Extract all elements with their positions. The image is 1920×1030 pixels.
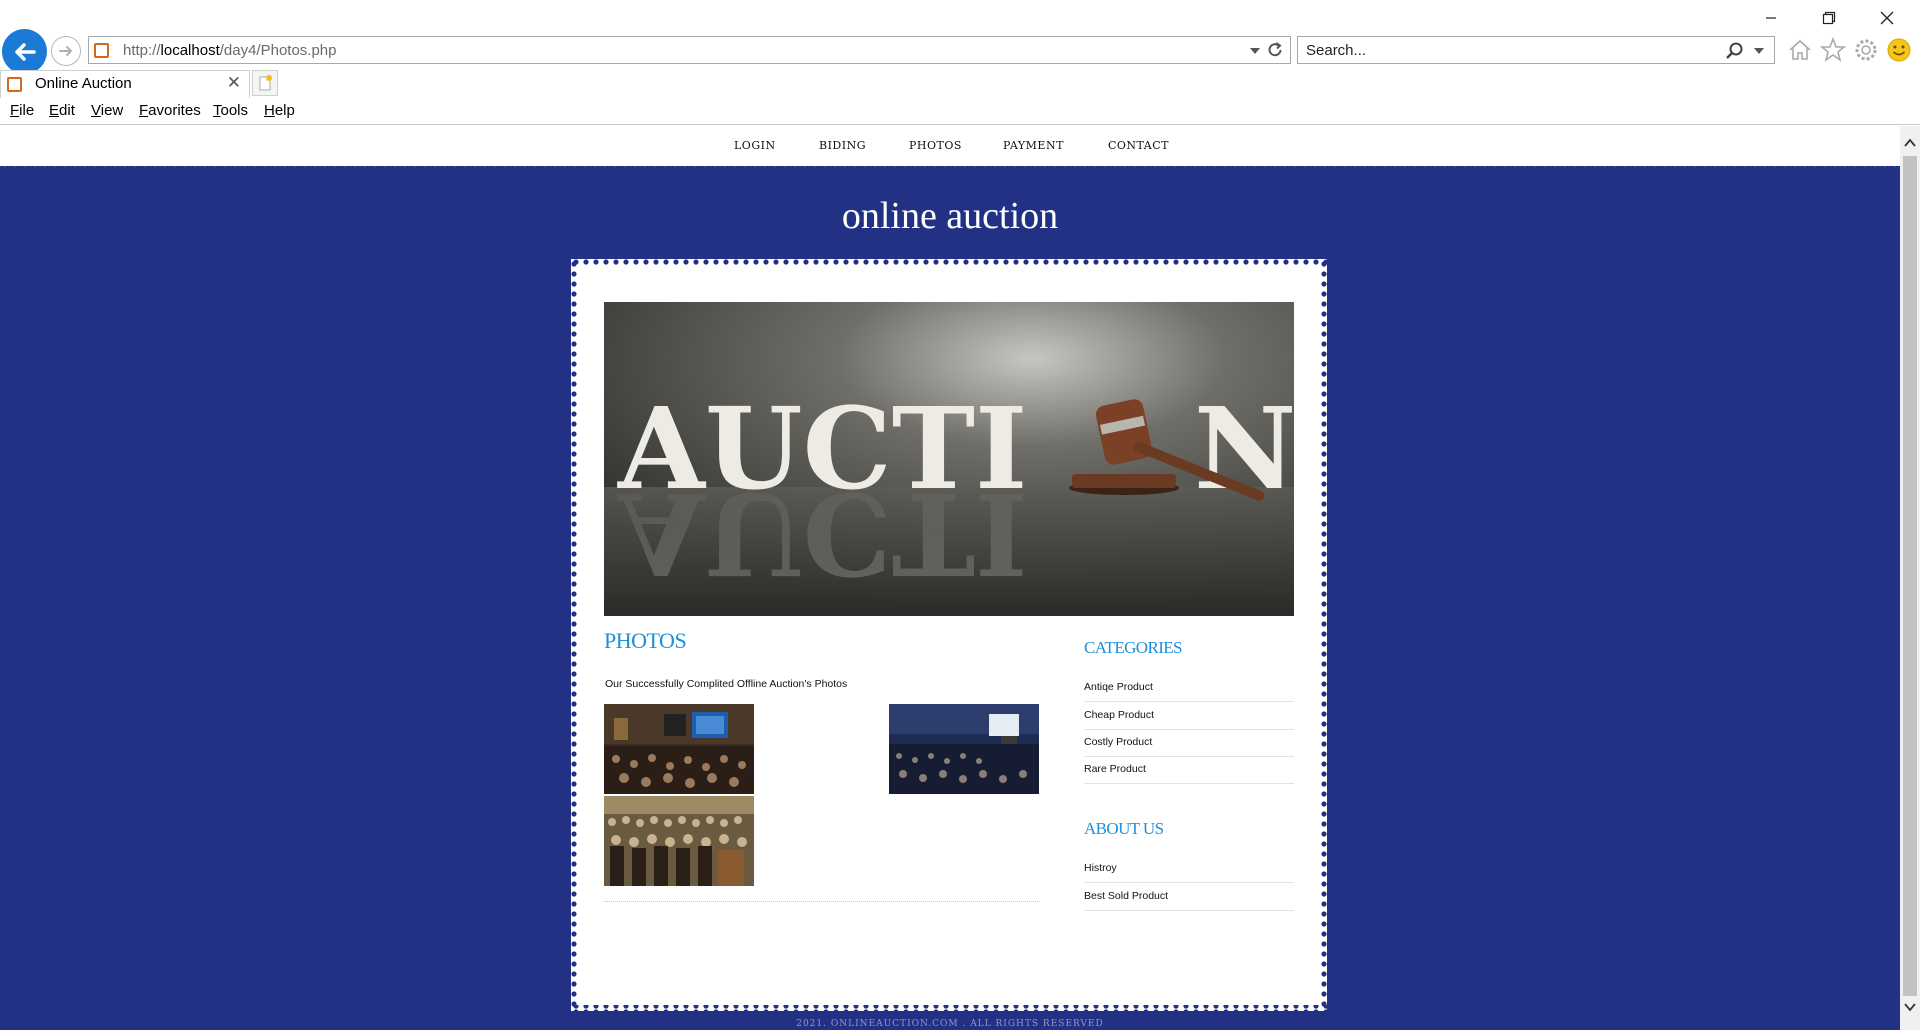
address-url[interactable]: http://localhost/day4/Photos.php xyxy=(123,42,337,59)
menu-favorites[interactable]: Favorites xyxy=(139,102,201,119)
page-scrollbar[interactable] xyxy=(1900,126,1920,1030)
hero-auction-banner: AUCTI AUCTI N xyxy=(604,302,1294,616)
auction-gavel-image: AUCTI AUCTI N xyxy=(604,302,1294,616)
feedback-smiley-icon[interactable] xyxy=(1885,36,1913,64)
restore-icon xyxy=(1822,11,1836,25)
menu-edit[interactable]: Edit xyxy=(49,102,75,119)
site-top-nav: LOGIN BIDING PHOTOS PAYMENT CONTACT xyxy=(0,126,1900,166)
scroll-up-icon[interactable] xyxy=(1903,136,1917,150)
browser-chrome: http://localhost/day4/Photos.php Search.… xyxy=(0,0,1920,125)
tab-online-auction[interactable]: Online Auction ✕ xyxy=(0,70,250,98)
search-input[interactable]: Search... xyxy=(1306,42,1366,59)
site-title: online auction xyxy=(841,195,1059,237)
scrollbar-thumb[interactable] xyxy=(1903,156,1917,996)
svg-text:AUCTI: AUCTI xyxy=(617,467,1027,598)
close-window-button[interactable] xyxy=(1872,6,1902,30)
back-button[interactable] xyxy=(2,29,47,74)
new-tab-icon xyxy=(259,75,272,91)
restore-button[interactable] xyxy=(1814,6,1844,30)
nav-login[interactable]: LOGIN xyxy=(734,139,776,152)
scroll-down-icon[interactable] xyxy=(1903,1000,1917,1014)
menu-view[interactable]: View xyxy=(91,102,123,119)
nav-biding[interactable]: BIDING xyxy=(819,139,866,152)
auction-photo-1[interactable] xyxy=(604,704,754,794)
menu-file[interactable]: File xyxy=(10,102,34,119)
about-history[interactable]: Histroy xyxy=(1084,856,1294,883)
category-antiqe-product[interactable]: Antiqe Product xyxy=(1084,675,1294,702)
photos-heading: PHOTOS xyxy=(604,628,687,653)
tab-favicon-icon xyxy=(7,77,22,92)
nav-payment[interactable]: PAYMENT xyxy=(1003,139,1064,152)
search-bar[interactable]: Search... xyxy=(1297,36,1775,64)
new-tab-button[interactable] xyxy=(252,70,278,96)
category-cheap-product[interactable]: Cheap Product xyxy=(1084,703,1294,730)
auction-hall-photo xyxy=(604,704,754,794)
arrow-right-icon xyxy=(59,46,72,56)
nav-photos[interactable]: PHOTOS xyxy=(909,139,962,152)
settings-gear-icon[interactable] xyxy=(1852,36,1880,64)
tab-strip: Online Auction ✕ xyxy=(0,70,1920,98)
menu-tools[interactable]: Tools xyxy=(213,102,248,119)
minimize-icon xyxy=(1766,17,1776,19)
auction-photo-3[interactable] xyxy=(604,796,754,886)
arrow-left-icon xyxy=(14,42,36,61)
category-rare-product[interactable]: Rare Product xyxy=(1084,757,1294,784)
page-viewport: LOGIN BIDING PHOTOS PAYMENT CONTACT onli… xyxy=(0,126,1900,1030)
photos-divider xyxy=(604,901,1040,902)
address-dropdown-icon[interactable] xyxy=(1250,48,1260,54)
site-favicon-icon xyxy=(94,43,109,58)
refresh-icon[interactable] xyxy=(1266,41,1284,59)
close-icon xyxy=(1880,11,1894,25)
nav-contact[interactable]: CONTACT xyxy=(1108,139,1169,152)
forward-button[interactable] xyxy=(51,36,81,66)
tab-title: Online Auction xyxy=(35,75,132,92)
categories-heading: CATEGORIES xyxy=(1084,638,1183,657)
svg-text:N: N xyxy=(1194,384,1294,515)
category-costly-product[interactable]: Costly Product xyxy=(1084,730,1294,757)
photos-description: Our Successfully Complited Offline Aucti… xyxy=(605,678,848,690)
about-us-heading: ABOUT US xyxy=(1084,819,1164,838)
tab-close-icon[interactable]: ✕ xyxy=(227,73,241,93)
auction-room-photo xyxy=(889,704,1039,794)
minimize-button[interactable] xyxy=(1756,6,1786,30)
address-row: http://localhost/day4/Photos.php Search.… xyxy=(0,0,1920,74)
menu-bar: File Edit View Favorites Tools Help xyxy=(0,100,1920,125)
auction-photo-2[interactable] xyxy=(889,704,1039,794)
address-bar[interactable]: http://localhost/day4/Photos.php xyxy=(88,36,1291,64)
auction-crowd-photo xyxy=(604,796,754,886)
favorites-star-icon[interactable] xyxy=(1819,36,1847,64)
menu-help[interactable]: Help xyxy=(264,102,295,119)
footer-copyright: 2021. ONLINEAUCTION.COM . ALL RIGHTS RES… xyxy=(796,1019,1104,1029)
search-icon[interactable] xyxy=(1724,41,1744,61)
search-dropdown-icon[interactable] xyxy=(1754,48,1764,54)
home-icon[interactable] xyxy=(1786,36,1814,64)
about-best-sold-product[interactable]: Best Sold Product xyxy=(1084,884,1294,911)
